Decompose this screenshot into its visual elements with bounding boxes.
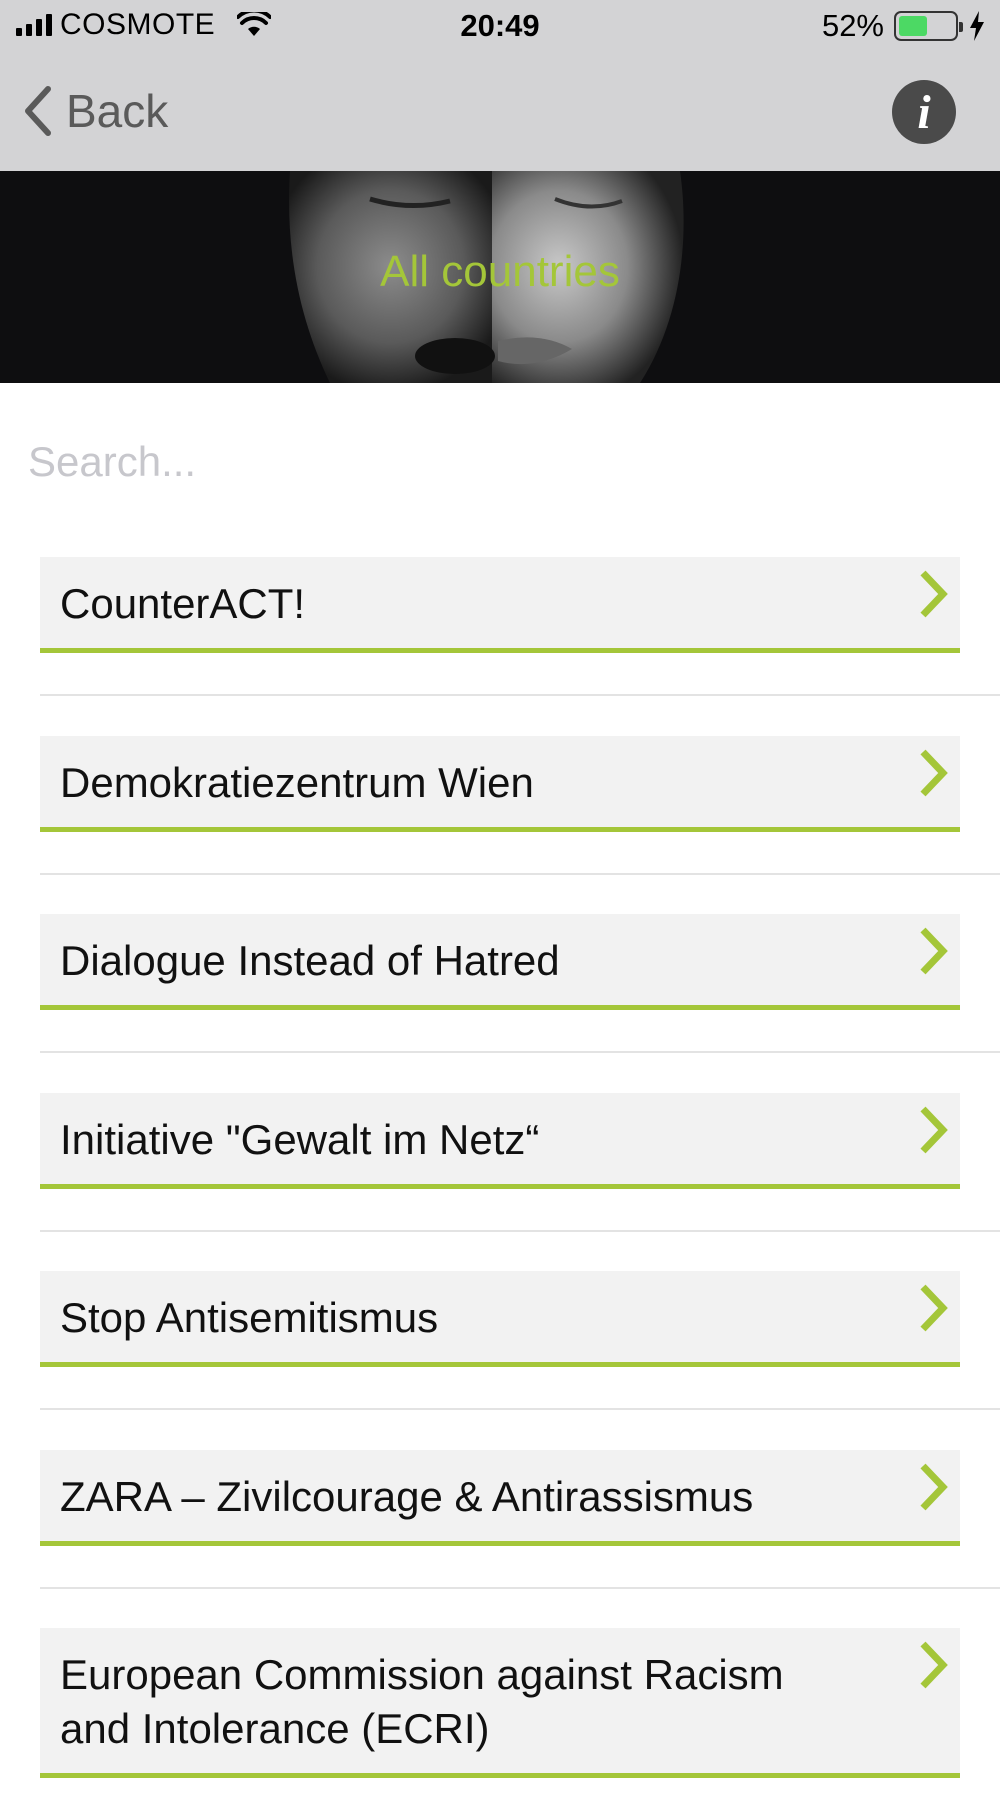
chevron-right-icon <box>920 1106 948 1153</box>
banner-title: All countries <box>380 247 620 296</box>
chevron-right-icon <box>920 1284 948 1332</box>
list-item: CounterACT! <box>0 557 1000 736</box>
organization-list: CounterACT! Demokratiezentrum Wien Dialo… <box>0 557 1000 1807</box>
list-item: European Commission against Racism and I… <box>0 1628 1000 1807</box>
back-button-label: Back <box>66 85 169 137</box>
battery-icon <box>894 11 963 41</box>
row-separator <box>40 872 1000 875</box>
organization-row-ecri[interactable]: European Commission against Racism and I… <box>40 1628 960 1778</box>
chevron-right-icon <box>920 570 948 618</box>
row-separator <box>40 1229 1000 1232</box>
organization-row-counteract[interactable]: CounterACT! <box>40 557 960 653</box>
organization-row-gewalt-im-netz[interactable]: Initiative "Gewalt im Netz“ <box>40 1092 960 1189</box>
list-item: Initiative "Gewalt im Netz“ <box>0 1092 1000 1272</box>
chevron-left-icon <box>25 86 51 136</box>
chevron-right-icon <box>920 927 948 975</box>
organization-name: CounterACT! <box>60 580 306 627</box>
list-item: Dialogue Instead of Hatred <box>0 914 1000 1093</box>
chevron-right-icon <box>920 749 948 796</box>
battery-level-fill <box>899 16 928 36</box>
battery-percent: 52% <box>821 8 884 43</box>
row-separator <box>40 1586 1000 1589</box>
search-input[interactable] <box>28 430 968 494</box>
chevron-right-icon <box>920 1641 948 1689</box>
charging-bolt-icon <box>970 11 984 41</box>
organization-name: European Commission against Racism and I… <box>60 1651 784 1752</box>
info-button[interactable]: i <box>892 80 956 144</box>
row-separator <box>40 1051 1000 1053</box>
organization-row-stop-antisemitismus[interactable]: Stop Antisemitismus <box>40 1271 960 1367</box>
chevron-right-icon <box>920 1463 948 1510</box>
organization-row-dialogue[interactable]: Dialogue Instead of Hatred <box>40 914 960 1010</box>
status-right: 52% <box>822 8 986 44</box>
organization-row-zara[interactable]: ZARA – Zivilcourage & Antirassismus <box>40 1449 960 1546</box>
list-item: Demokratiezentrum Wien <box>0 735 1000 915</box>
info-icon: i <box>917 85 931 139</box>
navigation-bar: Back i <box>0 54 1000 171</box>
organization-name: ZARA – Zivilcourage & Antirassismus <box>60 1472 754 1520</box>
row-separator <box>40 1408 1000 1410</box>
organization-name: Initiative "Gewalt im Netz“ <box>60 1115 540 1163</box>
organization-name: Demokratiezentrum Wien <box>60 758 534 806</box>
organization-name: Dialogue Instead of Hatred <box>60 937 560 984</box>
list-item: Stop Antisemitismus <box>0 1271 1000 1450</box>
organization-name: Stop Antisemitismus <box>60 1294 439 1341</box>
row-separator <box>40 694 1000 696</box>
status-bar: COSMOTE 20:49 52% <box>0 0 1000 54</box>
back-button[interactable]: Back <box>22 84 168 138</box>
list-item: ZARA – Zivilcourage & Antirassismus <box>0 1449 1000 1629</box>
organization-row-demokratiezentrum[interactable]: Demokratiezentrum Wien <box>40 735 960 832</box>
header-banner: All countries <box>0 171 1000 383</box>
